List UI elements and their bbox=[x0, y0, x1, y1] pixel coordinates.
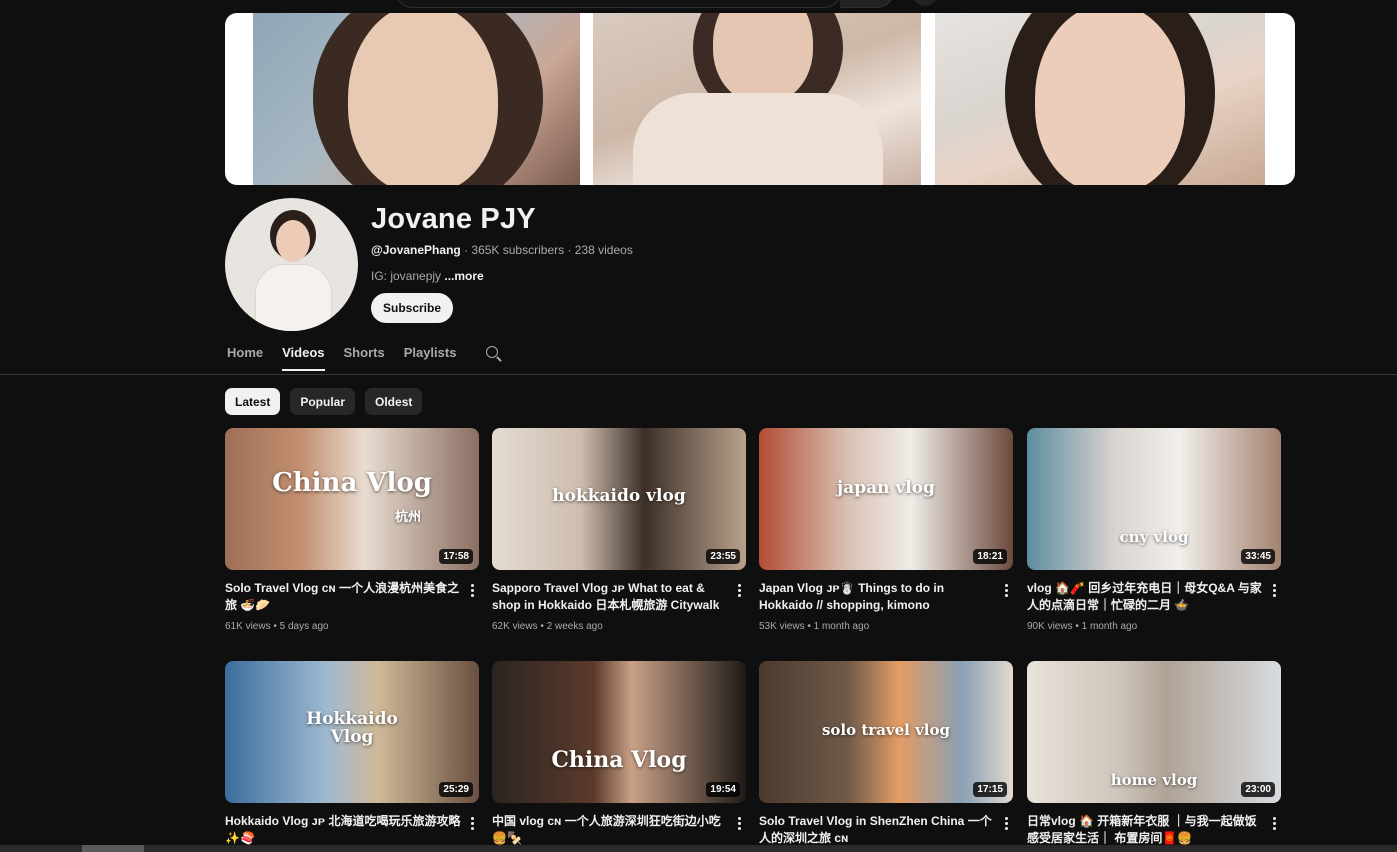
search-icon[interactable] bbox=[485, 345, 503, 363]
more-options-icon[interactable] bbox=[469, 584, 475, 600]
video-thumbnail[interactable]: solo travel vlog 17:15 bbox=[759, 661, 1013, 803]
video-title[interactable]: Solo Travel Vlog ᴄɴ 一个人浪漫杭州美食之旅 🍜🥟 bbox=[225, 580, 463, 614]
thumbnail-title: cny vlog bbox=[1119, 528, 1189, 546]
more-options-icon[interactable] bbox=[736, 584, 742, 600]
tab-videos[interactable]: Videos bbox=[282, 345, 325, 371]
more-options-icon[interactable] bbox=[736, 817, 742, 833]
video-title[interactable]: Solo Travel Vlog in ShenZhen China 一个人的深… bbox=[759, 813, 997, 847]
video-views: 62K views bbox=[492, 621, 538, 632]
video-title[interactable]: Japan Vlog ᴊᴘ☃️ Things to do in Hokkaido… bbox=[759, 580, 997, 614]
channel-avatar[interactable] bbox=[225, 198, 358, 331]
video-duration: 17:15 bbox=[973, 782, 1007, 797]
tabs-divider bbox=[0, 374, 1397, 375]
thumbnail-title: China Vlog bbox=[551, 747, 687, 773]
video-age: 5 days ago bbox=[279, 621, 329, 632]
video-card[interactable]: hokkaido vlog 23:55 Sapporo Travel Vlog … bbox=[492, 428, 748, 632]
tab-playlists[interactable]: Playlists bbox=[404, 345, 457, 371]
video-title[interactable]: 日常vlog 🏠 开箱新年衣服 ｜与我一起做饭感受居家生活｜ 布置房间🧧🍔 bbox=[1027, 813, 1265, 847]
chip-popular[interactable]: Popular bbox=[290, 388, 356, 415]
thumbnail-title: Hokkaido bbox=[306, 709, 398, 729]
video-duration: 19:54 bbox=[706, 782, 740, 797]
channel-description[interactable]: IG: jovanepjy ...more bbox=[371, 269, 484, 283]
video-views: 61K views bbox=[225, 621, 271, 632]
voice-search-button-edge[interactable] bbox=[910, 0, 940, 6]
video-age: 1 month ago bbox=[1081, 621, 1138, 632]
scrollbar-thumb[interactable] bbox=[82, 845, 144, 852]
tab-home[interactable]: Home bbox=[227, 345, 263, 371]
video-views: 53K views bbox=[759, 621, 805, 632]
video-meta: 90K views • 1 month ago bbox=[1027, 621, 1138, 632]
video-meta: 53K views • 1 month ago bbox=[759, 621, 870, 632]
video-title[interactable]: Hokkaido Vlog ᴊᴘ 北海道吃喝玩乐旅游攻略 ✨🍣 bbox=[225, 813, 463, 847]
video-title[interactable]: 中国 vlog ᴄɴ 一个人旅游深圳狂吃街边小吃 🍔🍢 bbox=[492, 813, 730, 847]
more-link[interactable]: ...more bbox=[444, 269, 483, 283]
more-options-icon[interactable] bbox=[1003, 584, 1009, 600]
horizontal-scrollbar[interactable] bbox=[0, 845, 1397, 852]
channel-banner bbox=[225, 13, 1295, 185]
search-bar-edge[interactable] bbox=[395, 0, 842, 8]
thumbnail-subtitle: 杭州 bbox=[395, 510, 422, 525]
chip-oldest[interactable]: Oldest bbox=[365, 388, 423, 415]
video-title[interactable]: vlog 🏠🧨 回乡过年充电日｜母女Q&A 与家人的点滴日常｜忙碌的二月 🍲 bbox=[1027, 580, 1265, 614]
more-options-icon[interactable] bbox=[1271, 584, 1277, 600]
search-button-edge[interactable] bbox=[840, 0, 895, 8]
video-card[interactable]: home vlog 23:00 日常vlog 🏠 开箱新年衣服 ｜与我一起做饭感… bbox=[1027, 661, 1283, 845]
tab-shorts[interactable]: Shorts bbox=[344, 345, 385, 371]
channel-description-text: IG: jovanepjy bbox=[371, 269, 445, 283]
channel-stats: · 365K subscribers · 238 videos bbox=[460, 243, 633, 257]
channel-name: Jovane PJY bbox=[371, 203, 536, 235]
video-duration: 23:55 bbox=[706, 549, 740, 564]
channel-tabs: Home Videos Shorts Playlists bbox=[227, 345, 503, 371]
banner-photo-1 bbox=[253, 13, 580, 185]
thumbnail-title: japan vlog bbox=[837, 478, 935, 498]
video-title[interactable]: Sapporo Travel Vlog ᴊᴘ What to eat & sho… bbox=[492, 580, 730, 614]
video-card[interactable]: solo travel vlog 17:15 Solo Travel Vlog … bbox=[759, 661, 1015, 845]
banner-photo-2 bbox=[593, 13, 921, 185]
video-meta: 61K views • 5 days ago bbox=[225, 621, 329, 632]
video-card[interactable]: japan vlog 18:21 Japan Vlog ᴊᴘ☃️ Things … bbox=[759, 428, 1015, 632]
video-thumbnail[interactable]: home vlog 23:00 bbox=[1027, 661, 1281, 803]
video-duration: 17:58 bbox=[439, 549, 473, 564]
video-card[interactable]: cny vlog 33:45 vlog 🏠🧨 回乡过年充电日｜母女Q&A 与家人… bbox=[1027, 428, 1283, 632]
channel-handle: @JovanePhang bbox=[371, 243, 461, 257]
video-views: 90K views bbox=[1027, 621, 1073, 632]
video-thumbnail[interactable]: Hokkaido Vlog 25:29 bbox=[225, 661, 479, 803]
more-options-icon[interactable] bbox=[1003, 817, 1009, 833]
video-duration: 23:00 bbox=[1241, 782, 1275, 797]
video-meta: 62K views • 2 weeks ago bbox=[492, 621, 603, 632]
video-age: 2 weeks ago bbox=[546, 621, 603, 632]
video-age: 1 month ago bbox=[813, 621, 870, 632]
video-thumbnail[interactable]: hokkaido vlog 23:55 bbox=[492, 428, 746, 570]
video-thumbnail[interactable]: japan vlog 18:21 bbox=[759, 428, 1013, 570]
video-thumbnail[interactable]: China Vlog 19:54 bbox=[492, 661, 746, 803]
subscribe-button[interactable]: Subscribe bbox=[371, 293, 454, 323]
sort-chips: Latest Popular Oldest bbox=[225, 388, 423, 415]
thumbnail-subtitle: Vlog bbox=[330, 727, 374, 747]
thumbnail-title: hokkaido vlog bbox=[552, 486, 686, 506]
banner-photo-3 bbox=[935, 13, 1265, 185]
video-card[interactable]: China Vlog 19:54 中国 vlog ᴄɴ 一个人旅游深圳狂吃街边小… bbox=[492, 661, 748, 845]
more-options-icon[interactable] bbox=[1271, 817, 1277, 833]
thumbnail-title: China Vlog bbox=[272, 468, 432, 498]
video-card[interactable]: China Vlog 杭州 17:58 Solo Travel Vlog ᴄɴ … bbox=[225, 428, 481, 632]
video-duration: 25:29 bbox=[439, 782, 473, 797]
more-options-icon[interactable] bbox=[469, 817, 475, 833]
channel-meta: @JovanePhang · 365K subscribers · 238 vi… bbox=[371, 243, 633, 257]
video-duration: 18:21 bbox=[973, 549, 1007, 564]
video-duration: 33:45 bbox=[1241, 549, 1275, 564]
chip-latest[interactable]: Latest bbox=[225, 388, 281, 415]
video-thumbnail[interactable]: cny vlog 33:45 bbox=[1027, 428, 1281, 570]
video-thumbnail[interactable]: China Vlog 杭州 17:58 bbox=[225, 428, 479, 570]
thumbnail-title: solo travel vlog bbox=[821, 721, 950, 739]
video-card[interactable]: Hokkaido Vlog 25:29 Hokkaido Vlog ᴊᴘ 北海道… bbox=[225, 661, 481, 845]
